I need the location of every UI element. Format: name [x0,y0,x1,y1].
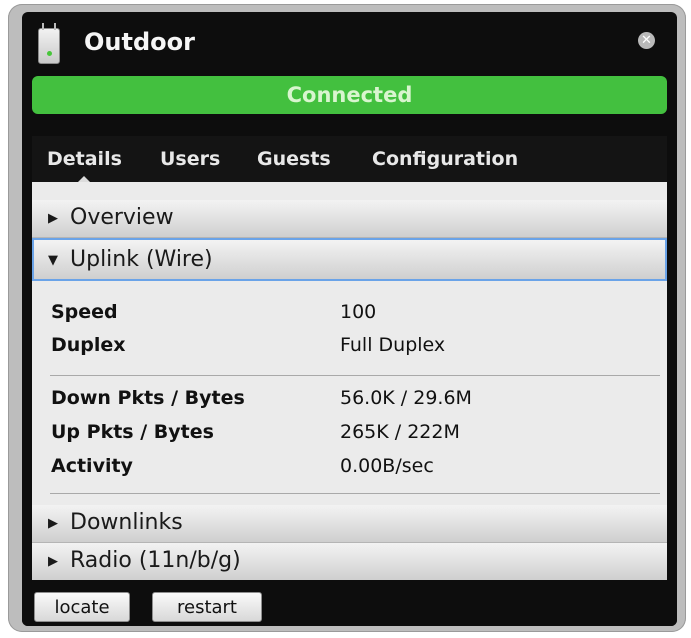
section-radio-label: Radio (11n/b/g) [70,548,241,573]
divider [50,493,660,494]
detail-key: Duplex [51,334,126,356]
section-downlinks-label: Downlinks [70,510,183,535]
chevron-right-icon: ▶ [48,211,58,226]
connection-status-badge: Connected [32,76,667,114]
tab-configuration[interactable]: Configuration [372,136,518,182]
tab-bar: Details Users Guests Configuration [32,136,667,182]
section-overview-label: Overview [70,205,174,230]
footer-bar: locate restart [22,580,677,626]
detail-value: 100 [340,301,377,323]
detail-value: 0.00B/sec [340,455,434,477]
tab-users[interactable]: Users [160,136,220,182]
antenna-right [54,23,56,30]
divider [50,375,660,376]
detail-key: Up Pkts / Bytes [51,421,214,443]
detail-key: Down Pkts / Bytes [51,387,245,409]
detail-value: 56.0K / 29.6M [340,387,472,409]
detail-row-down-pkts: Down Pkts / Bytes 56.0K / 29.6M [32,387,667,415]
section-overview[interactable]: ▶ Overview [32,200,667,238]
tab-guests[interactable]: Guests [257,136,331,182]
detail-key: Speed [51,301,118,323]
access-point-icon [38,23,60,64]
detail-key: Activity [51,455,133,477]
section-uplink[interactable]: ▼ Uplink (Wire) [32,238,667,281]
chevron-right-icon: ▶ [48,554,58,569]
section-downlinks[interactable]: ▶ Downlinks [32,505,667,543]
detail-row-up-pkts: Up Pkts / Bytes 265K / 222M [32,421,667,449]
detail-value: 265K / 222M [340,421,460,443]
tab-details[interactable]: Details [47,136,122,182]
section-radio[interactable]: ▶ Radio (11n/b/g) [32,543,667,580]
title-bar: Outdoor ✕ [22,12,677,74]
close-icon[interactable]: ✕ [638,32,655,49]
details-content: ▶ Overview ▼ Uplink (Wire) Speed 100 Dup… [32,182,667,580]
detail-row-activity: Activity 0.00B/sec [32,455,667,483]
restart-button[interactable]: restart [152,592,262,622]
chevron-right-icon: ▶ [48,516,58,531]
detail-row-speed: Speed 100 [32,301,667,329]
locate-button[interactable]: locate [34,592,130,622]
detail-value: Full Duplex [340,334,446,356]
device-panel: Outdoor ✕ Connected Details Users Guests… [22,12,677,626]
antenna-left [42,23,44,30]
detail-row-duplex: Duplex Full Duplex [32,334,667,362]
window-title: Outdoor [84,28,195,56]
section-uplink-label: Uplink (Wire) [70,247,213,272]
chevron-down-icon: ▼ [48,253,58,268]
status-led [47,51,52,56]
